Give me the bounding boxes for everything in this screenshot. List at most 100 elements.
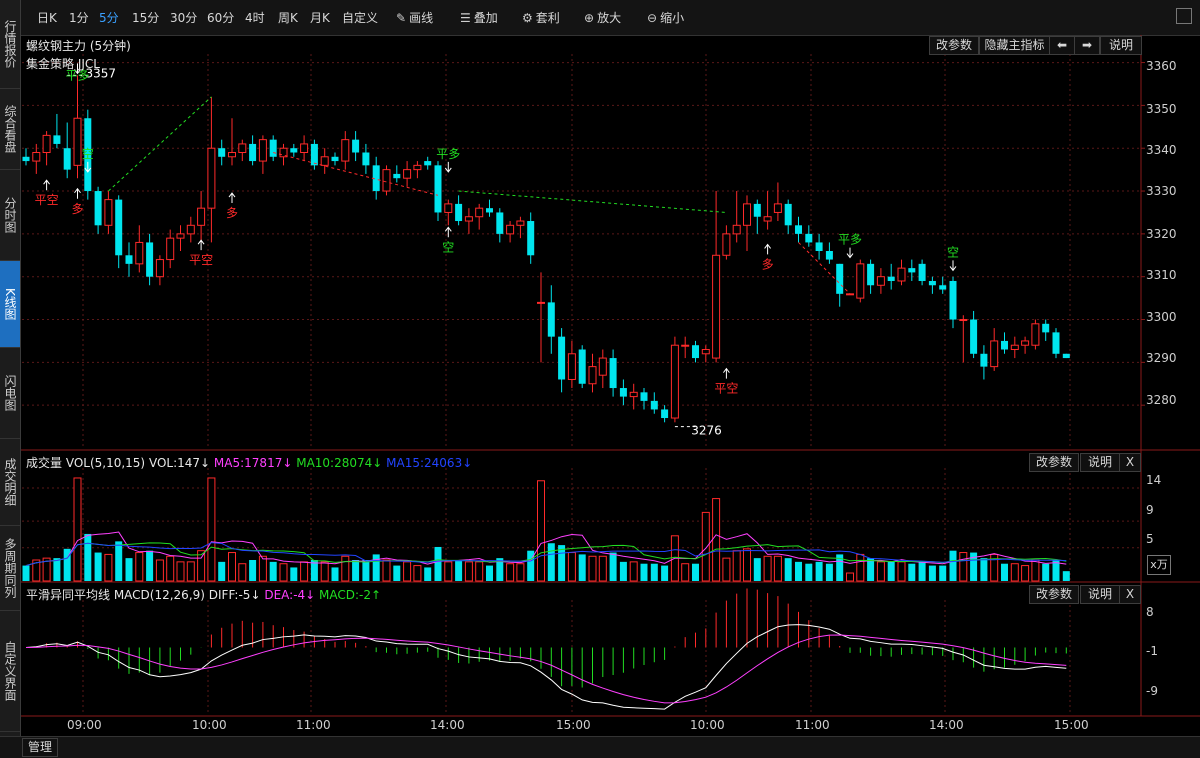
candle-body <box>135 241 144 265</box>
main-change-params-button[interactable]: 改参数 <box>929 36 979 55</box>
candle-body <box>939 285 947 290</box>
volume-bar <box>176 561 185 582</box>
volume-bar <box>73 477 82 582</box>
volume-help-button[interactable]: 说明 <box>1080 453 1120 472</box>
vol-y-tick-label: 9 <box>1146 503 1154 517</box>
signal-label: 空 <box>947 245 959 259</box>
volume-bar <box>290 567 298 581</box>
candle-body <box>455 203 463 222</box>
macd-close-button[interactable]: X <box>1119 585 1141 604</box>
candle-body <box>527 221 535 256</box>
volume-bar <box>393 565 401 581</box>
candle-body <box>629 391 638 398</box>
signal-label: 多 <box>226 206 238 220</box>
signal-arrow-up-icon <box>197 239 205 251</box>
hide-main-indicator-button[interactable]: 隐藏主指标 <box>979 36 1050 55</box>
volume-bar <box>701 511 710 582</box>
candle-body <box>352 139 360 153</box>
volume-bar <box>166 555 175 582</box>
next-arrow-button[interactable]: ➡ <box>1074 36 1100 55</box>
candle-body <box>125 255 133 264</box>
volume-bar <box>692 563 699 581</box>
chart-canvas: 3357平多平空多空平空多平多空3276平空多平多空 <box>21 35 1200 717</box>
signal-label: 3276 <box>691 423 722 437</box>
candle-body <box>341 139 350 162</box>
candle-body <box>146 242 154 277</box>
volume-bar <box>773 555 782 582</box>
volume-bar <box>825 563 833 581</box>
volume-bar <box>135 552 144 582</box>
signal-arrow-down-icon <box>949 260 957 272</box>
candle-body <box>856 263 865 299</box>
trend-line <box>458 190 727 213</box>
volume-bar <box>1010 563 1019 582</box>
candle-body <box>908 268 916 273</box>
volume-bar <box>722 557 731 582</box>
signal-label: 平空 <box>35 193 59 207</box>
prev-arrow-button[interactable]: ⬅ <box>1049 36 1075 55</box>
volume-vol-value: VOL:147↓ <box>148 456 211 470</box>
macd-dea-value: DEA:-4↓ <box>264 588 316 602</box>
volume-bar <box>341 555 350 582</box>
y-tick-label: 3330 <box>1146 184 1177 198</box>
volume-bar <box>104 553 113 582</box>
volume-bar <box>238 563 247 582</box>
candle-body <box>176 233 185 239</box>
volume-bar <box>928 565 936 581</box>
volume-bar <box>403 561 412 582</box>
candle-body <box>598 357 607 376</box>
y-tick-label: 3320 <box>1146 227 1177 241</box>
vol-y-tick-label: 5 <box>1146 532 1154 546</box>
macd-y-tick-label: -1 <box>1146 644 1158 658</box>
macd-change-params-button[interactable]: 改参数 <box>1029 585 1079 604</box>
main-help-button[interactable]: 说明 <box>1100 36 1142 55</box>
macd-y-tick-label: 8 <box>1146 605 1154 619</box>
volume-bar <box>320 561 329 582</box>
candle-body <box>867 263 875 286</box>
candle-body <box>413 164 422 171</box>
macd-diff-value: DIFF:-5↓ <box>208 588 261 602</box>
volume-bar <box>506 563 515 582</box>
x-tick-label: 11:00 <box>296 718 331 732</box>
vol-y-tick-label: 14 <box>1146 473 1162 487</box>
candle-body <box>207 147 216 209</box>
volume-bar <box>784 558 792 581</box>
volume-change-params-button[interactable]: 改参数 <box>1029 453 1079 472</box>
candle-body <box>805 233 813 243</box>
volume-header: 成交量 VOL(5,10,15) VOL:147↓ MA5:17817↓ MA1… <box>26 454 472 471</box>
candle-body <box>722 233 731 256</box>
candle-body <box>970 319 978 354</box>
candle-body <box>1021 340 1030 346</box>
macd-help-button[interactable]: 说明 <box>1080 585 1120 604</box>
candle-body <box>1042 323 1050 333</box>
candle-body <box>94 191 102 226</box>
volume-bar <box>876 561 885 582</box>
main-chart-title: 螺纹钢主力 (5分钟) <box>26 39 131 53</box>
candle-body <box>588 366 597 385</box>
candle-body <box>701 349 710 355</box>
volume-bar <box>681 563 690 582</box>
candle-body <box>228 152 236 158</box>
volume-bar <box>939 565 947 581</box>
manage-button[interactable]: 管理 <box>22 738 58 757</box>
y-tick-label: 3300 <box>1146 310 1177 324</box>
volume-close-button[interactable]: X <box>1119 453 1141 472</box>
volume-bar <box>228 552 236 582</box>
candle-body <box>918 263 926 281</box>
candle-body <box>732 224 741 235</box>
volume-bar <box>918 561 926 581</box>
signal-label: 空 <box>82 147 94 161</box>
x-tick-label: 15:00 <box>1054 718 1089 732</box>
volume-bar <box>486 565 493 581</box>
volume-bar <box>115 541 123 581</box>
candle-body <box>238 143 247 154</box>
volume-bar <box>382 559 391 582</box>
signal-arrow-up-icon <box>228 192 236 204</box>
volume-bar <box>805 563 813 581</box>
volume-unit-label[interactable]: x万 <box>1147 555 1171 575</box>
candle-body <box>516 220 525 226</box>
candle-body <box>1031 323 1040 346</box>
volume-bar <box>588 555 597 582</box>
volume-bar <box>258 555 267 582</box>
x-tick-label: 09:00 <box>67 718 102 732</box>
